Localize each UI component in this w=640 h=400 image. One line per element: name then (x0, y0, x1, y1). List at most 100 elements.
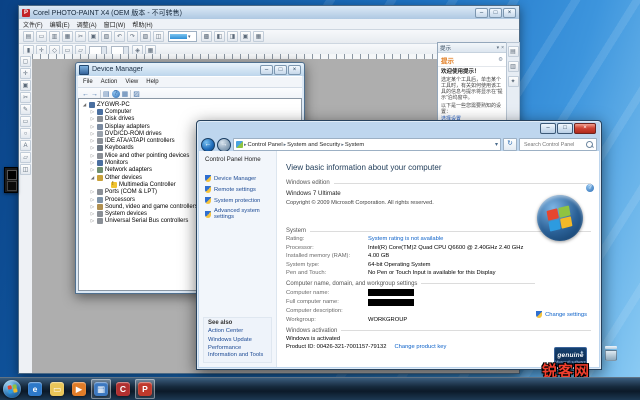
docker-close-icon[interactable]: × (501, 45, 504, 51)
docker-tab-icon[interactable]: ▥ (508, 61, 519, 72)
expander-icon[interactable]: ▷ (90, 116, 95, 122)
toolbar-icon[interactable]: ↷ (127, 31, 138, 42)
toolbar-icon[interactable]: ✂ (75, 31, 86, 42)
expander-icon[interactable]: ▷ (90, 189, 95, 195)
menu-item[interactable]: 文件(F) (23, 20, 43, 29)
device-manager-titlebar[interactable]: Device Manager – □ × (76, 63, 304, 76)
see-also-link[interactable]: Action Center (208, 328, 271, 335)
docker-tab-icon[interactable]: ✦ (508, 76, 519, 87)
expander-icon[interactable]: ▷ (90, 204, 95, 210)
menu-item[interactable]: Help (146, 79, 158, 85)
start-button[interactable] (3, 380, 21, 398)
expander-icon[interactable]: ▷ (90, 197, 95, 203)
change-product-key-link[interactable]: Change product key (394, 344, 446, 350)
docker-flyout-icon[interactable]: ▾ (497, 45, 500, 51)
menu-item[interactable]: 窗口(W) (104, 20, 126, 29)
sidebar-item[interactable]: System protection (205, 197, 276, 204)
breadcrumb-item[interactable]: System and Security (287, 142, 340, 148)
sidebar-item-home[interactable]: Control Panel Home (205, 156, 276, 163)
help-icon[interactable]: ? (112, 90, 120, 98)
tool-icon[interactable]: ✛ (20, 68, 31, 79)
toolbar-icon[interactable]: ▣ (240, 31, 251, 42)
tree-item[interactable]: ▷ ! Computer (80, 108, 301, 115)
expander-icon[interactable]: ▷ (90, 167, 95, 173)
minimize-button[interactable]: – (260, 65, 273, 75)
back-button[interactable]: ← (201, 138, 215, 152)
tool-icon[interactable]: ◫ (20, 164, 31, 175)
expander-icon[interactable]: ◢ (82, 102, 87, 108)
tool-icon[interactable]: ✎ (20, 104, 31, 115)
tool-icon[interactable]: A (20, 140, 31, 151)
maximize-button[interactable]: □ (557, 123, 573, 134)
expander-icon[interactable]: ▷ (90, 218, 95, 224)
toolbar-icon[interactable]: ◨ (227, 31, 238, 42)
back-icon[interactable]: ← (82, 91, 89, 98)
close-button[interactable]: × (288, 65, 301, 75)
toolbar-icon[interactable]: ▭ (36, 31, 47, 42)
tool-icon[interactable]: ○ (20, 128, 31, 139)
expander-icon[interactable]: ▷ (90, 109, 95, 115)
forward-button[interactable]: → (217, 138, 231, 152)
background-color-swatch[interactable] (7, 181, 17, 191)
color-swatch-panel[interactable] (4, 167, 18, 193)
refresh-button[interactable]: ↻ (503, 138, 517, 151)
toolbar-icon[interactable]: ▣ (88, 31, 99, 42)
recycle-bin-icon[interactable] (605, 346, 617, 361)
minimize-button[interactable]: – (475, 8, 488, 18)
tool-icon[interactable]: ✂ (20, 92, 31, 103)
minimize-button[interactable]: – (540, 123, 556, 134)
expander-icon[interactable]: ▷ (90, 138, 95, 144)
list-icon[interactable]: ▤ (103, 90, 110, 98)
toolbar-icon[interactable]: ▤ (23, 31, 34, 42)
change-settings[interactable]: Change settings (536, 311, 587, 318)
tool-icon[interactable]: ▱ (20, 152, 31, 163)
taskbar-app[interactable]: e (25, 379, 45, 399)
docker-tab-icon[interactable]: ▤ (508, 46, 519, 57)
maximize-button[interactable]: □ (489, 8, 502, 18)
menu-item[interactable]: 帮助(H) (132, 20, 152, 29)
toolbar-icon[interactable]: ▩ (201, 31, 212, 42)
expander-icon[interactable]: ◢ (90, 175, 95, 181)
forward-icon[interactable]: → (91, 91, 98, 98)
search-box[interactable] (519, 138, 597, 151)
toolbar-icon[interactable]: ◧ (214, 31, 225, 42)
breadcrumb-dropdown-icon[interactable]: ▾ (495, 141, 498, 148)
see-also-link[interactable]: Performance Information and Tools (208, 345, 271, 358)
expander-icon[interactable]: ▷ (90, 124, 95, 130)
menu-item[interactable]: File (83, 79, 93, 85)
toolbar-icon[interactable]: ▦ (62, 31, 73, 42)
menu-item[interactable]: 编辑(E) (50, 20, 70, 29)
change-settings-link[interactable]: Change settings (545, 312, 587, 318)
breadcrumb-item[interactable]: System (345, 142, 364, 148)
expander-icon[interactable]: ▷ (90, 211, 95, 217)
system-titlebar[interactable]: – □ × (197, 121, 601, 136)
fill-dropdown[interactable]: ▾ (168, 31, 197, 42)
close-button[interactable]: × (574, 123, 596, 134)
help-icon[interactable]: ? (586, 184, 594, 192)
expander-icon[interactable]: ▷ (90, 131, 95, 137)
toolbar-icon[interactable]: ▥ (49, 31, 60, 42)
breadcrumb-item[interactable]: Control Panel (248, 142, 283, 148)
taskbar-app[interactable]: ▶ (69, 379, 89, 399)
taskbar-app[interactable]: ▭ (47, 379, 67, 399)
taskbar-app[interactable]: ▦ (91, 379, 111, 399)
scan-icon[interactable]: ▨ (133, 90, 140, 98)
sidebar-item[interactable]: Advanced system settings (205, 208, 276, 220)
taskbar-app[interactable]: P (135, 379, 155, 399)
toolbar-icon[interactable]: ▧ (101, 31, 112, 42)
properties-icon[interactable]: ▦ (122, 90, 129, 98)
menu-item[interactable]: Action (101, 79, 118, 85)
docker-caption[interactable]: 提示 ▾ × (438, 43, 506, 53)
tree-item[interactable]: ◢ ! ZYGWR-PC (80, 101, 301, 108)
sidebar-item[interactable]: Remote settings (205, 186, 276, 193)
toolbar-icon[interactable]: ◫ (153, 31, 164, 42)
expander-icon[interactable]: ▷ (90, 153, 95, 159)
toolbar-icon[interactable]: ↶ (114, 31, 125, 42)
see-also-link[interactable]: Windows Update (208, 337, 271, 344)
corel-titlebar[interactable]: P Corel PHOTO-PAINT X4 (OEM 版本 - 不可转售) –… (19, 6, 519, 19)
menu-item[interactable]: 调整(A) (77, 20, 97, 29)
maximize-button[interactable]: □ (274, 65, 287, 75)
taskbar-app[interactable]: C (113, 379, 133, 399)
tool-icon[interactable]: ▢ (20, 56, 31, 67)
gear-icon[interactable]: ⚙ (498, 57, 503, 63)
